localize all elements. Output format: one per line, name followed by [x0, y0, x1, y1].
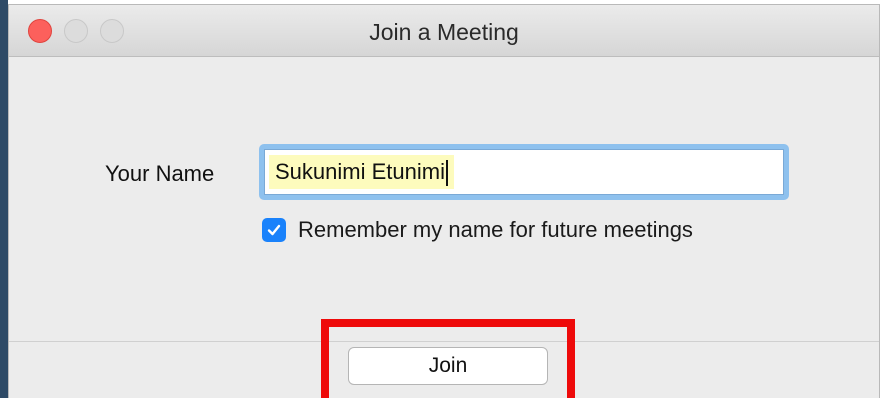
background-window-edge	[0, 0, 8, 398]
annotation-highlight-box	[321, 319, 575, 398]
remember-name-option[interactable]: Remember my name for future meetings	[262, 212, 693, 248]
checkmark-icon	[267, 224, 281, 236]
remember-name-label: Remember my name for future meetings	[298, 217, 693, 242]
your-name-input[interactable]: Sukunimi Etunimi	[264, 149, 784, 195]
name-input-value: Sukunimi Etunimi	[269, 155, 454, 189]
your-name-label: Your Name	[105, 161, 215, 186]
title-bar: Join a Meeting	[9, 5, 879, 57]
name-input-focus-ring: Sukunimi Etunimi	[259, 144, 789, 200]
name-input-text: Sukunimi Etunimi	[275, 159, 445, 184]
text-caret	[445, 160, 448, 187]
window-title: Join a Meeting	[369, 19, 519, 45]
remember-name-checkbox[interactable]	[262, 218, 286, 242]
